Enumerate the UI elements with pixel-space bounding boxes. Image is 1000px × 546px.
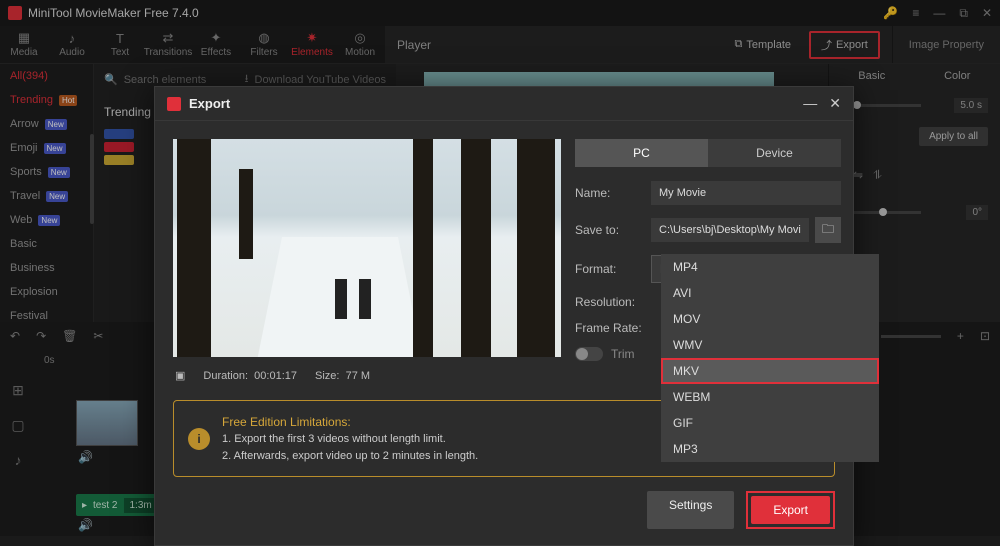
framerate-label: Frame Rate: xyxy=(575,321,651,335)
trim-toggle[interactable] xyxy=(575,347,603,361)
dialog-close-icon[interactable]: ✕ xyxy=(829,95,841,112)
format-option-webm[interactable]: WEBM xyxy=(661,384,879,410)
format-option-gif[interactable]: GIF xyxy=(661,410,879,436)
size-readout: 77 M xyxy=(346,370,370,382)
name-label: Name: xyxy=(575,186,651,200)
free-limitations-header: Free Edition Limitations: xyxy=(222,413,713,431)
settings-button[interactable]: Settings xyxy=(647,491,734,529)
dialog-title: Export xyxy=(189,96,230,111)
free-limitations-line1: 1. Export the first 3 videos without len… xyxy=(222,431,713,448)
free-limitations-line2: 2. Afterwards, export video up to 2 minu… xyxy=(222,448,713,465)
browse-button[interactable]: 🗀 xyxy=(815,217,841,243)
format-option-wmv[interactable]: WMV xyxy=(661,332,879,358)
info-icon: ▣ xyxy=(175,369,185,382)
format-dropdown: MP4AVIMOVWMVMKVWEBMGIFMP3 xyxy=(661,254,879,462)
dialog-minimize-icon[interactable]: — xyxy=(803,95,817,112)
format-option-mkv[interactable]: MKV xyxy=(661,358,879,384)
duration-label: Duration: xyxy=(203,370,248,382)
format-option-mp3[interactable]: MP3 xyxy=(661,436,879,462)
export-tab-pc[interactable]: PC xyxy=(575,139,708,167)
export-confirm-button[interactable]: Export xyxy=(751,496,830,524)
resolution-label: Resolution: xyxy=(575,295,651,309)
format-label: Format: xyxy=(575,262,651,276)
size-label: Size: xyxy=(315,370,339,382)
folder-icon: 🗀 xyxy=(822,220,834,241)
format-option-avi[interactable]: AVI xyxy=(661,280,879,306)
format-option-mp4[interactable]: MP4 xyxy=(661,254,879,280)
save-path-input[interactable] xyxy=(651,218,809,242)
name-input[interactable] xyxy=(651,181,841,205)
info-icon: i xyxy=(188,428,210,450)
export-preview xyxy=(173,139,561,357)
export-tab-device[interactable]: Device xyxy=(708,139,841,167)
dialog-logo xyxy=(167,97,181,111)
format-option-mov[interactable]: MOV xyxy=(661,306,879,332)
duration-readout: 00:01:17 xyxy=(254,370,297,382)
save-label: Save to: xyxy=(575,223,651,237)
trim-label: Trim xyxy=(611,347,635,361)
